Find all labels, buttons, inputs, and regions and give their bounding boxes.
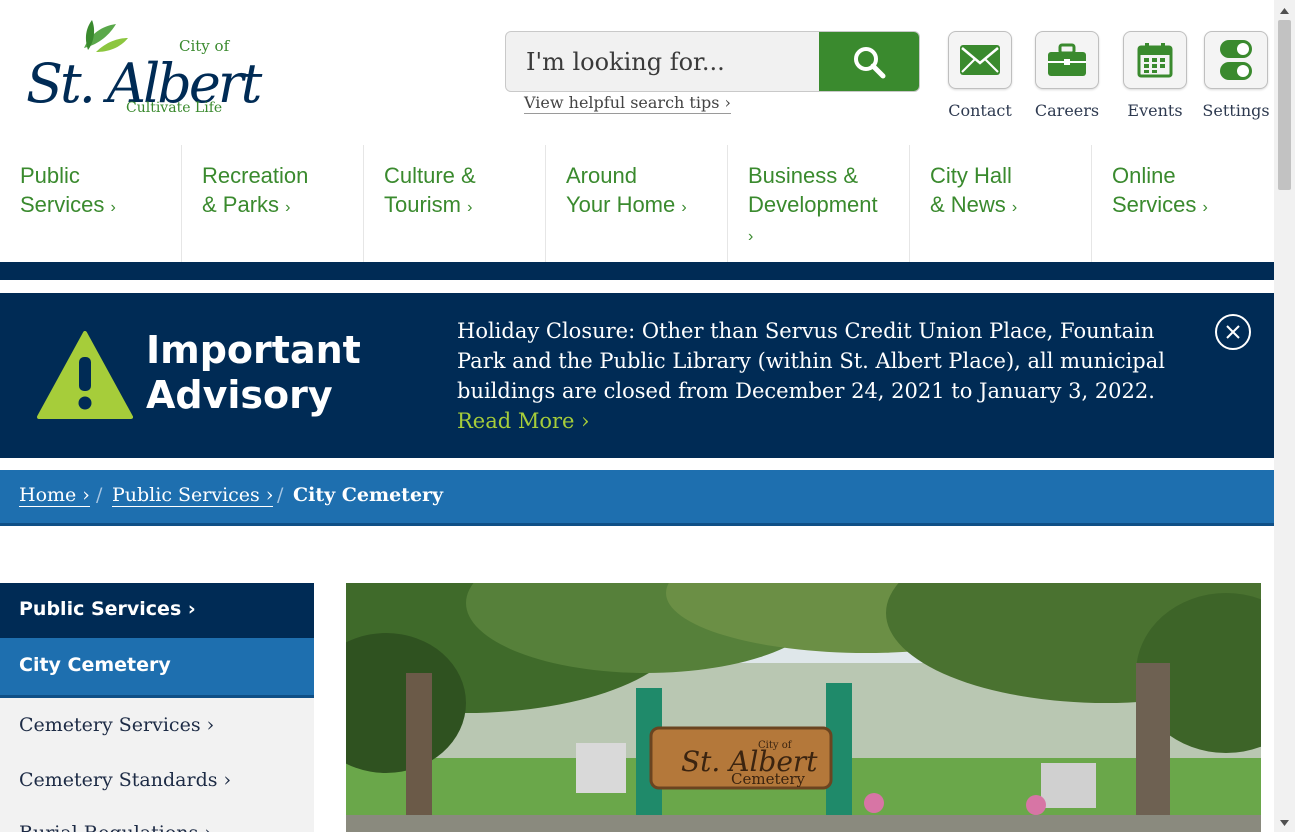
nav-divider-bar: [0, 262, 1274, 280]
side-nav-cemetery-standards[interactable]: Cemetery Standards ›: [19, 769, 231, 791]
calendar-icon: [1137, 43, 1173, 78]
nav-around-your-home[interactable]: Around Your Home ›: [546, 145, 728, 263]
nav-recreation-parks[interactable]: Recreation & Parks ›: [182, 145, 364, 263]
quick-link-label: Settings: [1202, 101, 1270, 120]
breadcrumb-current: City Cemetery: [293, 484, 444, 506]
breadcrumb: Home › / Public Services › / City Cemete…: [0, 470, 1274, 526]
breadcrumb-public-services[interactable]: Public Services ›: [112, 484, 274, 507]
advisory-title: Important Advisory: [146, 328, 396, 418]
chevron-right-icon: ›: [110, 199, 116, 216]
chevron-right-icon: ›: [1202, 199, 1208, 216]
chevron-right-icon: ›: [748, 228, 754, 245]
quick-link-box: [1123, 31, 1187, 89]
page: City of St. Albert Cultivate Life View h…: [0, 0, 1274, 832]
scroll-up-arrow-icon[interactable]: [1274, 4, 1295, 18]
nav-city-hall-news[interactable]: City Hall & News ›: [910, 145, 1092, 263]
search-button[interactable]: [819, 32, 919, 91]
quick-link-box: [1035, 31, 1099, 89]
scroll-down-arrow-icon[interactable]: [1274, 816, 1295, 830]
quick-link-label: Events: [1127, 101, 1183, 120]
toggle-icon: [1220, 40, 1252, 80]
nav-label-line2: Services: [1112, 192, 1197, 217]
quick-link-box: [948, 31, 1012, 89]
quick-link-box: [1204, 31, 1268, 89]
advisory-close-button[interactable]: [1215, 314, 1251, 350]
nav-online-services[interactable]: Online Services ›: [1092, 145, 1274, 263]
nav-label-line1: Around: [566, 163, 637, 188]
breadcrumb-separator: /: [277, 484, 284, 506]
search-icon: [854, 46, 886, 78]
quick-link-settings[interactable]: Settings: [1202, 31, 1270, 120]
nav-business-development[interactable]: Business & Development ›: [728, 145, 910, 263]
nav-label-line2: & News: [930, 192, 1006, 217]
close-icon: [1226, 325, 1240, 339]
breadcrumb-separator: /: [96, 484, 103, 506]
nav-label-line2: & Parks: [202, 192, 280, 217]
main-nav: Public Services › Recreation & Parks › C…: [0, 145, 1274, 263]
quick-link-careers[interactable]: Careers: [1035, 31, 1099, 120]
logo-tagline: Cultivate Life: [126, 100, 222, 116]
briefcase-icon: [1048, 43, 1086, 76]
search-input[interactable]: [506, 32, 819, 91]
sign-sub: Cemetery: [731, 770, 806, 788]
scrollbar-thumb[interactable]: [1278, 20, 1291, 190]
quick-link-events[interactable]: Events: [1123, 31, 1187, 120]
chevron-right-icon: ›: [681, 199, 687, 216]
nav-label-line1: Public: [20, 163, 80, 188]
quick-link-label: Careers: [1034, 101, 1100, 120]
advisory-text: Holiday Closure: Other than Servus Credi…: [457, 319, 1165, 403]
nav-label-line1: Online: [1112, 163, 1176, 188]
nav-label-line2: Tourism: [384, 192, 462, 217]
side-nav-burial-regulations[interactable]: Burial Regulations ›: [19, 822, 212, 832]
warning-icon: [37, 331, 133, 419]
nav-culture-tourism[interactable]: Culture & Tourism ›: [364, 145, 546, 263]
nav-label-line1: Culture &: [384, 163, 476, 188]
quick-link-label: Contact: [948, 101, 1012, 120]
st-albert-logo[interactable]: City of St. Albert Cultivate Life: [24, 20, 264, 118]
side-nav-cemetery-services[interactable]: Cemetery Services ›: [19, 714, 214, 736]
chevron-right-icon: ›: [1011, 199, 1018, 216]
breadcrumb-home[interactable]: Home ›: [19, 484, 90, 507]
nav-label-line1: Business &: [748, 163, 859, 188]
search-box: [505, 31, 920, 92]
nav-label-line2: Your Home: [566, 192, 676, 217]
quick-link-contact[interactable]: Contact: [948, 31, 1012, 120]
vertical-scrollbar[interactable]: [1274, 0, 1295, 832]
side-nav-active-item[interactable]: City Cemetery: [0, 638, 314, 698]
side-nav-header[interactable]: Public Services ›: [0, 583, 314, 638]
nav-public-services[interactable]: Public Services ›: [0, 145, 182, 263]
advisory-title-line2: Advisory: [146, 373, 333, 417]
envelope-icon: [960, 45, 1000, 75]
nav-label-line2: Services: [20, 192, 105, 217]
chevron-right-icon: ›: [285, 199, 291, 216]
chevron-right-icon: ›: [467, 199, 473, 216]
nav-label-line1: Recreation: [202, 163, 309, 188]
nav-label-line1: City Hall: [930, 163, 1012, 188]
nav-label-line2: Development: [748, 192, 878, 217]
search-tips-link[interactable]: View helpful search tips ›: [524, 93, 731, 114]
cemetery-photo: City of St. Albert Cemetery: [346, 583, 1261, 832]
advisory-title-line1: Important: [146, 328, 361, 372]
advisory-read-more-link[interactable]: Read More ›: [457, 406, 590, 436]
